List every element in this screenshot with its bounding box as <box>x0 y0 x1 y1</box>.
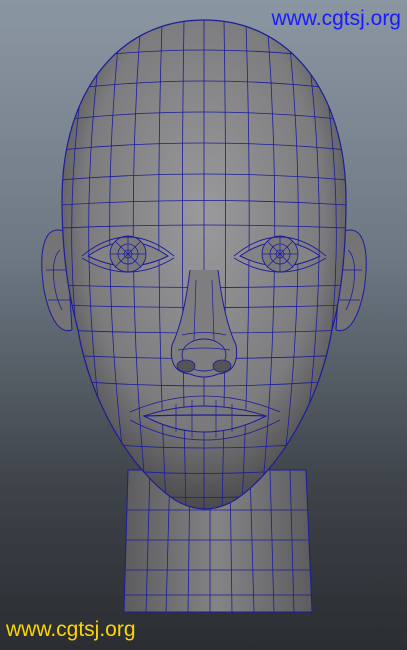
3d-viewport[interactable]: www.cgtsj.org www.cgtsj.org <box>0 0 407 650</box>
watermark-top: www.cgtsj.org <box>271 7 401 30</box>
head-model[interactable] <box>0 0 407 650</box>
head-mesh <box>61 19 347 510</box>
watermark-bottom: www.cgtsj.org <box>6 618 136 641</box>
